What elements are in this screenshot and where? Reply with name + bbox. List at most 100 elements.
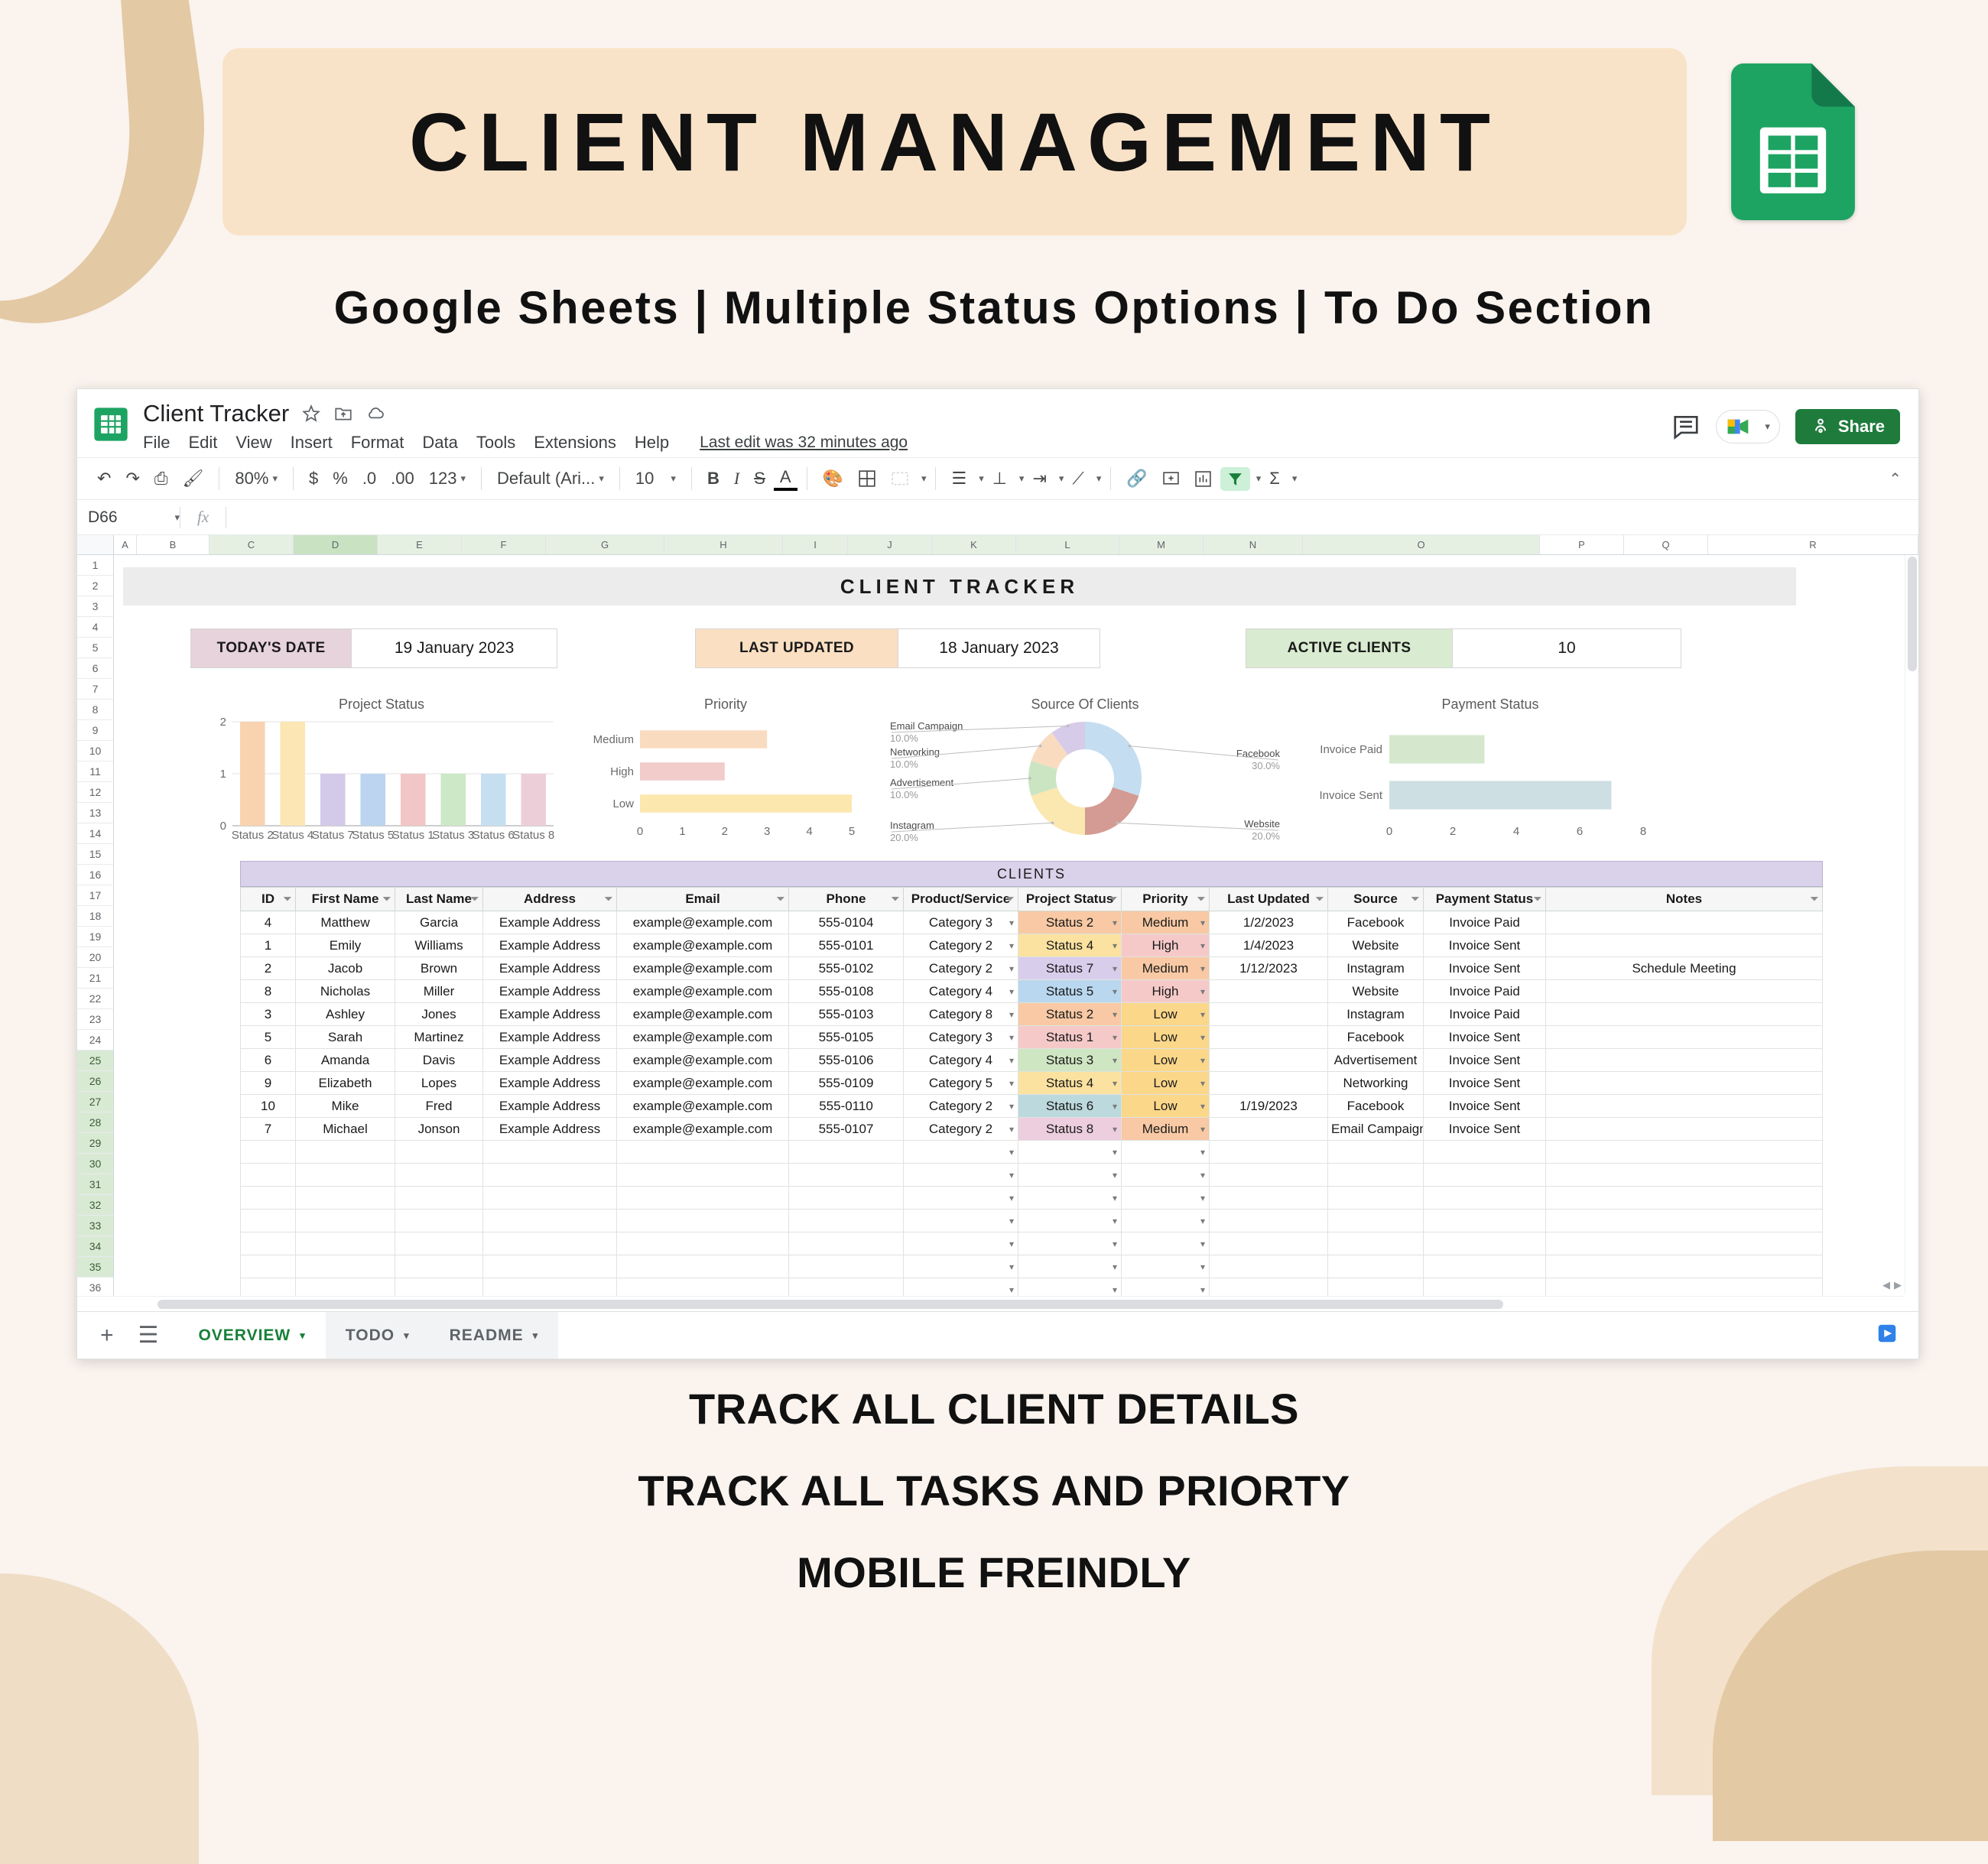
filter-icon[interactable]: ⏷ [471,893,479,905]
table-header-payment-status[interactable]: Payment Status ⏷ [1423,887,1546,911]
cell-notes[interactable]: Schedule Meeting [1545,956,1823,980]
sheet-tab-todo[interactable]: TODO ▾ [326,1312,430,1359]
meet-chevron-down-icon[interactable]: ▾ [1765,421,1770,433]
cell-address[interactable]: Example Address [482,1071,617,1095]
cell-id[interactable]: 5 [240,1025,296,1049]
cell-empty[interactable] [788,1232,904,1255]
cell-priority[interactable]: High [1121,979,1210,1003]
cell-empty[interactable] [1121,1163,1210,1187]
cell-priority[interactable]: Medium [1121,1117,1210,1141]
cell-id[interactable]: 4 [240,911,296,934]
row-header-8[interactable]: 8 [77,700,114,720]
explore-button[interactable] [1876,1322,1908,1349]
cell-empty[interactable] [1018,1186,1122,1210]
row-header-15[interactable]: 15 [77,844,114,865]
cell-empty[interactable] [1209,1163,1328,1187]
cell-last-name[interactable]: Miller [395,979,483,1003]
star-icon[interactable] [301,404,321,424]
row-header-3[interactable]: 3 [77,596,114,617]
cell-last-name[interactable]: Jonson [395,1117,483,1141]
select-all-corner[interactable] [77,535,114,555]
cell-empty[interactable] [1423,1140,1546,1164]
horizontal-scrollbar[interactable] [77,1296,1905,1311]
insert-link-icon[interactable]: 🔗 [1120,466,1153,492]
cell-first-name[interactable]: Emily [295,934,395,957]
cell-empty[interactable] [240,1140,296,1164]
row-header-1[interactable]: 1 [77,555,114,576]
row-header-34[interactable]: 34 [77,1236,114,1257]
column-header-J[interactable]: J [848,535,932,554]
cell-product-service[interactable]: Category 2 [903,956,1018,980]
cell-product-service[interactable]: Category 2 [903,1094,1018,1118]
row-header-14[interactable]: 14 [77,823,114,844]
cell-email[interactable]: example@example.com [616,956,789,980]
cell-source[interactable]: Facebook [1327,1025,1424,1049]
cell-address[interactable]: Example Address [482,1117,617,1141]
cell-product-service[interactable]: Category 2 [903,934,1018,957]
cell-empty[interactable] [395,1163,483,1187]
cell-address[interactable]: Example Address [482,1048,617,1072]
table-header-first-name[interactable]: First Name ⏷ [295,887,395,911]
cell-empty[interactable] [240,1163,296,1187]
column-header-P[interactable]: P [1540,535,1624,554]
table-row[interactable]: 1 Emily Williams Example Address example@exa… [240,934,1823,957]
cell-notes[interactable] [1545,1025,1823,1049]
table-row-empty[interactable] [240,1255,1823,1278]
cell-empty[interactable] [395,1140,483,1164]
cell-notes[interactable] [1545,1117,1823,1141]
cell-empty[interactable] [616,1186,789,1210]
column-header-I[interactable]: I [783,535,848,554]
cell-last-updated[interactable]: 1/4/2023 [1209,934,1328,957]
cell-priority[interactable]: Medium [1121,956,1210,980]
cell-empty[interactable] [1121,1232,1210,1255]
cell-source[interactable]: Facebook [1327,911,1424,934]
cell-payment-status[interactable]: Invoice Sent [1423,1094,1546,1118]
cell-empty[interactable] [1327,1186,1424,1210]
cell-empty[interactable] [788,1209,904,1232]
cell-empty[interactable] [1209,1209,1328,1232]
menu-tools[interactable]: Tools [476,433,515,453]
cell-empty[interactable] [482,1163,617,1187]
column-header-K[interactable]: K [932,535,1016,554]
row-header-19[interactable]: 19 [77,927,114,947]
column-header-E[interactable]: E [378,535,462,554]
italic-icon[interactable]: I [728,466,746,492]
text-wrap-icon[interactable]: ⇥ [1026,466,1052,492]
cell-payment-status[interactable]: Invoice Paid [1423,1002,1546,1026]
chevron-down-icon[interactable]: ▾ [404,1330,410,1342]
cell-project-status[interactable]: Status 5 [1018,979,1122,1003]
table-row[interactable]: 6 Amanda Davis Example Address example@examp… [240,1048,1823,1072]
cell-empty[interactable] [1545,1255,1823,1278]
table-header-notes[interactable]: Notes ⏷ [1545,887,1823,911]
table-row[interactable]: 5 Sarah Martinez Example Address example@exa… [240,1025,1823,1049]
table-header-id[interactable]: ID ⏷ [240,887,296,911]
cell-last-updated[interactable] [1209,1071,1328,1095]
row-header-18[interactable]: 18 [77,906,114,927]
cell-last-updated[interactable] [1209,1002,1328,1026]
cell-empty[interactable] [1545,1232,1823,1255]
row-header-36[interactable]: 36 [77,1278,114,1298]
cell-priority[interactable]: Low [1121,1048,1210,1072]
cell-empty[interactable] [903,1209,1018,1232]
column-header-H[interactable]: H [664,535,783,554]
filter-icon[interactable]: ⏷ [1411,893,1419,905]
column-header-N[interactable]: N [1204,535,1303,554]
menu-view[interactable]: View [236,433,271,453]
cell-empty[interactable] [1209,1255,1328,1278]
row-header-17[interactable]: 17 [77,885,114,906]
paint-format-icon[interactable]: 🖌 [176,466,210,492]
row-header-20[interactable]: 20 [77,947,114,968]
decrease-decimal-icon[interactable]: .0 [356,466,382,492]
undo-icon[interactable]: ↶ [91,466,117,492]
cell-empty[interactable] [395,1232,483,1255]
cell-source[interactable]: Advertisement [1327,1048,1424,1072]
chevron-down-icon[interactable]: ▾ [533,1330,539,1342]
filter-icon[interactable]: ⏷ [1316,893,1324,905]
cell-email[interactable]: example@example.com [616,934,789,957]
collapse-toolbar-icon[interactable]: ⌃ [1889,469,1902,489]
cell-phone[interactable]: 555-0104 [788,911,904,934]
cell-empty[interactable] [240,1186,296,1210]
cell-empty[interactable] [295,1140,395,1164]
cell-empty[interactable] [616,1232,789,1255]
filter-chevron-down-icon[interactable]: ▾ [1256,472,1262,485]
